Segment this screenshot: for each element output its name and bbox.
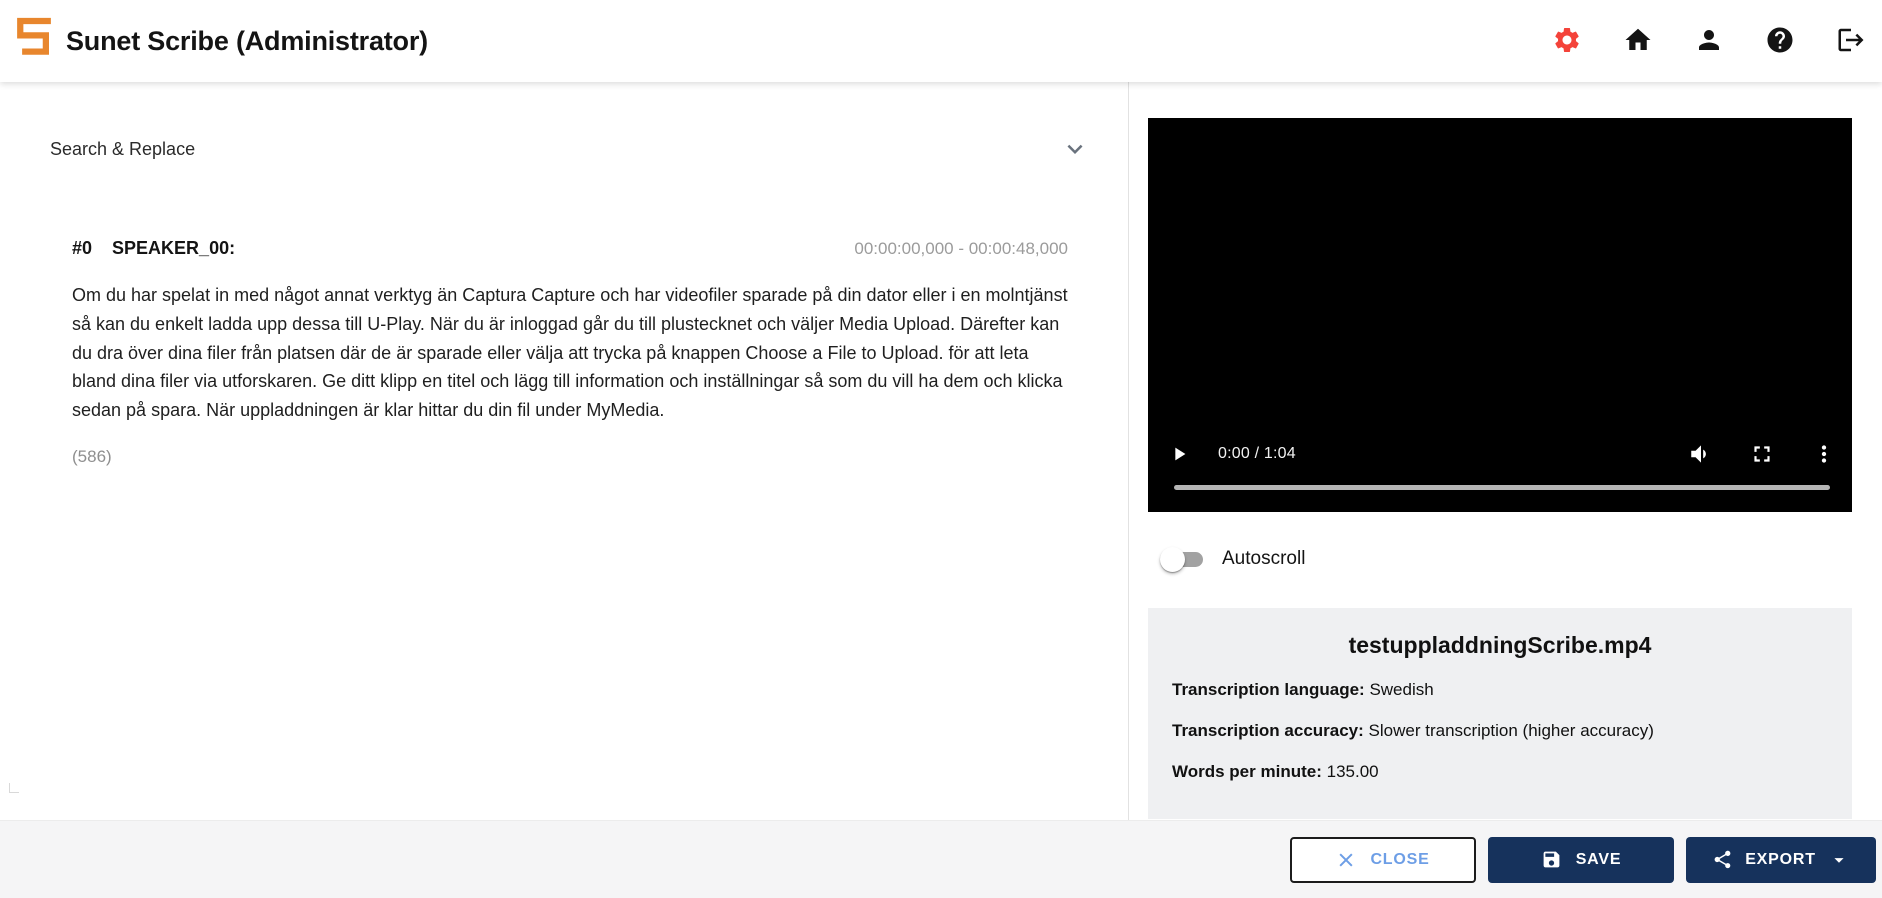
save-button[interactable]: SAVE (1488, 836, 1674, 883)
resize-grip (9, 783, 19, 793)
close-x-icon (1336, 850, 1356, 870)
video-controls: 0:00 / 1:04 (1148, 436, 1852, 472)
help-button[interactable] (1764, 26, 1795, 57)
video-player[interactable]: 0:00 / 1:04 (1148, 118, 1852, 512)
volume-icon (1688, 441, 1714, 467)
export-button[interactable]: EXPORT (1686, 836, 1876, 883)
app-header: Sunet Scribe (Administrator) (0, 0, 1882, 82)
search-replace-accordion[interactable]: Search & Replace (50, 128, 1090, 170)
header-actions (1551, 0, 1866, 82)
scribe-editor-page: Sunet Scribe (Administrator) Search & Re… (0, 0, 1882, 898)
export-button-label: EXPORT (1745, 850, 1816, 868)
segment-index: #0 (72, 238, 93, 258)
video-time-display: 0:00 / 1:04 (1218, 445, 1296, 462)
field-value: 135.00 (1326, 762, 1379, 781)
segment-header[interactable]: #0 SPEAKER_00: 00:00:00,000 - 00:00:48,0… (72, 238, 1068, 259)
segment-char-count: (586) (72, 447, 112, 466)
settings-gear-icon (1552, 25, 1582, 58)
media-field-language: Transcription language: Swedish (1172, 680, 1828, 700)
page-title: Sunet Scribe (Administrator) (66, 25, 428, 56)
play-icon (1168, 443, 1190, 465)
close-button[interactable]: CLOSE (1290, 836, 1476, 883)
home-icon (1623, 25, 1653, 58)
logout-icon (1836, 25, 1866, 58)
help-icon (1765, 25, 1795, 58)
field-label: Words per minute: (1172, 762, 1322, 781)
profile-button[interactable] (1693, 26, 1724, 57)
field-value: Slower transcription (higher accuracy) (1368, 721, 1654, 740)
logout-button[interactable] (1835, 26, 1866, 57)
autoscroll-row: Autoscroll (1160, 541, 1305, 577)
chevron-down-icon (1060, 134, 1090, 164)
segment-time-range: 00:00:00,000 - 00:00:48,000 (854, 239, 1068, 258)
person-icon (1694, 25, 1724, 58)
volume-button[interactable] (1688, 441, 1714, 467)
action-bar: CLOSE SAVE EXPORT (0, 820, 1882, 898)
field-label: Transcription language: (1172, 680, 1365, 699)
segment-text[interactable]: Om du har spelat in med något annat verk… (72, 281, 1076, 425)
toggle-thumb (1160, 547, 1185, 572)
media-field-accuracy: Transcription accuracy: Slower transcrip… (1172, 721, 1828, 741)
export-caret-icon (1828, 849, 1850, 871)
video-more-button[interactable] (1811, 441, 1837, 467)
media-info-panel: testuppladdningScribe.mp4 Transcription … (1148, 608, 1852, 819)
panel-divider (1128, 82, 1129, 820)
autoscroll-toggle[interactable] (1160, 546, 1206, 572)
close-button-label: CLOSE (1370, 850, 1430, 868)
share-icon (1712, 849, 1733, 870)
search-replace-label: Search & Replace (50, 138, 196, 159)
field-label: Transcription accuracy: (1172, 721, 1364, 740)
play-button[interactable] (1168, 443, 1190, 465)
save-button-label: SAVE (1575, 850, 1622, 868)
video-progress-bar[interactable] (1174, 485, 1830, 490)
kebab-menu-icon (1811, 441, 1837, 467)
sunet-logo-icon (14, 16, 54, 58)
segment-speaker: SPEAKER_00: (112, 238, 236, 258)
autoscroll-label: Autoscroll (1222, 548, 1306, 569)
field-value: Swedish (1369, 680, 1434, 699)
fullscreen-button[interactable] (1749, 441, 1775, 467)
media-filename: testuppladdningScribe.mp4 (1348, 632, 1652, 658)
fullscreen-icon (1749, 441, 1775, 467)
home-button[interactable] (1622, 26, 1653, 57)
settings-button[interactable] (1551, 26, 1582, 57)
save-floppy-icon (1541, 849, 1562, 870)
media-field-wpm: Words per minute: 135.00 (1172, 762, 1828, 782)
